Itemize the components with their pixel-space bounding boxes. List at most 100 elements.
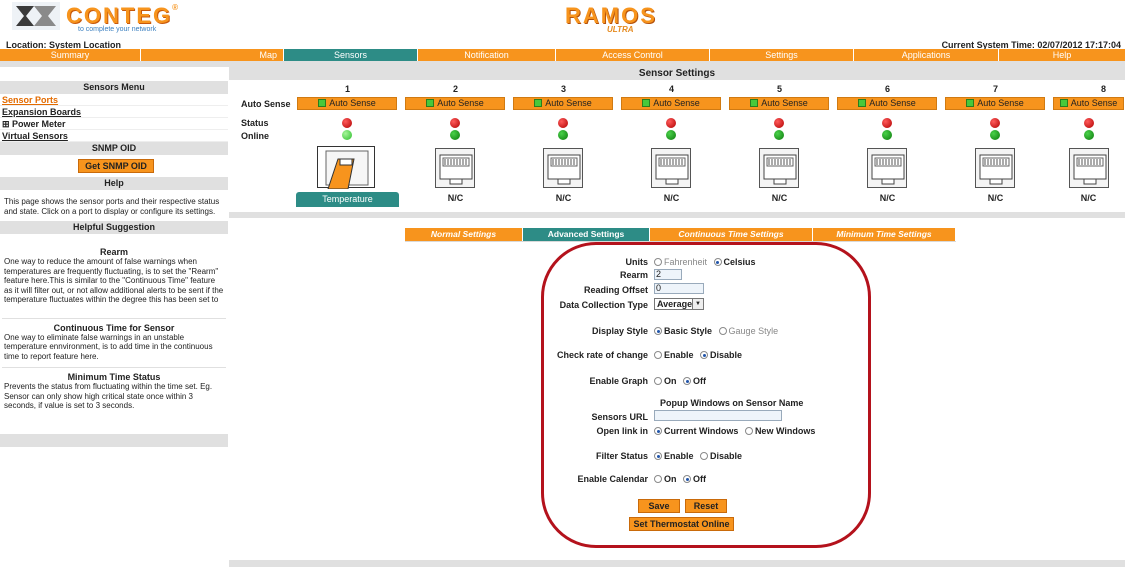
radio-label: Disable: [710, 451, 743, 461]
reading-offset-input[interactable]: 0: [654, 283, 704, 294]
connected-sensor-icon[interactable]: [317, 146, 375, 190]
display-style-label: Display Style: [591, 326, 648, 336]
port-sensor-label[interactable]: Temperature: [296, 192, 399, 207]
rate-disable-radio[interactable]: Disable: [700, 350, 742, 360]
sensor-port[interactable]: 8 Auto Sense N/C: [1052, 80, 1125, 210]
rearm-input[interactable]: 2: [654, 269, 682, 280]
radio-label: Celsius: [723, 257, 756, 267]
sensor-port[interactable]: 6 Auto Sense N/C: [836, 80, 939, 210]
sidebar-item-expansion-boards[interactable]: Expansion Boards: [0, 106, 228, 118]
sensor-ports-grid: Auto Sense Status Online 1 Auto Sense Te…: [229, 80, 1125, 210]
snmp-oid-title: SNMP OID: [0, 142, 228, 155]
tab-summary[interactable]: Summary: [0, 49, 141, 61]
tab-notification[interactable]: Notification: [418, 49, 556, 61]
conteg-mark-icon: [12, 2, 60, 30]
header: CONTEG® to complete your network RAMOS U…: [0, 0, 1125, 50]
sidebar-item-power-meter[interactable]: ⊞ Power Meter: [0, 118, 228, 130]
auto-sense-button[interactable]: Auto Sense: [513, 97, 613, 110]
port-number: 1: [344, 84, 350, 94]
tab-applications[interactable]: Applications: [854, 49, 999, 61]
port-sensor-label: N/C: [1080, 193, 1097, 203]
online-led-icon: [666, 130, 676, 140]
advanced-settings-form: Units Fahrenheit Celsius Rearm 2 Reading…: [540, 248, 870, 552]
rate-enable-radio[interactable]: Enable: [654, 350, 694, 360]
auto-sense-indicator-icon: [858, 99, 867, 107]
sensors-url-label: Sensors URL: [591, 412, 648, 422]
data-collection-select[interactable]: Average ▼: [654, 298, 704, 310]
tab-normal-settings[interactable]: Normal Settings: [405, 228, 522, 241]
auto-sense-label: Auto Sense: [653, 98, 700, 108]
reset-button[interactable]: Reset: [685, 499, 727, 513]
open-new-radio[interactable]: New Windows: [744, 426, 815, 436]
status-led-icon: [882, 118, 892, 128]
auto-sense-button[interactable]: Auto Sense: [945, 97, 1045, 110]
sensor-port[interactable]: 5 Auto Sense N/C: [728, 80, 831, 210]
reading-offset-label: Reading Offset: [583, 285, 648, 295]
radio-label: Fahrenheit: [664, 257, 708, 267]
tab-advanced-settings[interactable]: Advanced Settings: [523, 228, 649, 241]
port-number: 5: [776, 84, 782, 94]
sensor-settings-title: Sensor Settings: [229, 67, 1125, 80]
sensor-port[interactable]: 4 Auto Sense N/C: [620, 80, 723, 210]
status-led-icon: [666, 118, 676, 128]
row-label-auto-sense: Auto Sense: [241, 99, 291, 109]
tab-help[interactable]: Help: [999, 49, 1125, 61]
rj45-port-icon[interactable]: [651, 148, 691, 188]
graph-off-radio[interactable]: Off: [683, 376, 706, 386]
save-button[interactable]: Save: [638, 499, 680, 513]
tab-continuous-time-settings[interactable]: Continuous Time Settings: [650, 228, 812, 241]
sidebar-item-virtual-sensors[interactable]: Virtual Sensors: [0, 130, 228, 142]
calendar-off-radio[interactable]: Off: [683, 474, 706, 484]
sensors-url-input[interactable]: [654, 410, 782, 421]
filter-enable-radio[interactable]: Enable: [654, 451, 694, 461]
auto-sense-button[interactable]: Auto Sense: [729, 97, 829, 110]
rj45-port-icon[interactable]: [867, 148, 907, 188]
set-thermostat-online-button[interactable]: Set Thermostat Online: [629, 517, 734, 531]
radio-off-icon: [700, 452, 709, 460]
tab-settings[interactable]: Settings: [710, 49, 854, 61]
footer-bar: [229, 560, 1125, 567]
get-snmp-oid-button[interactable]: Get SNMP OID: [78, 159, 154, 173]
tab-minimum-time-settings[interactable]: Minimum Time Settings: [813, 228, 955, 241]
suggestion-text-continuous: One way to eliminate false warnings in a…: [4, 332, 213, 361]
display-gauge-radio[interactable]: Gauge Style: [718, 326, 778, 336]
sidebar-item-sensor-ports[interactable]: Sensor Ports: [0, 94, 228, 106]
units-celsius-radio[interactable]: Celsius: [713, 257, 756, 267]
graph-on-radio[interactable]: On: [654, 376, 677, 386]
rj45-port-icon[interactable]: [1069, 148, 1109, 188]
suggestion-divider: [2, 317, 226, 319]
tab-sensors[interactable]: Sensors: [284, 49, 418, 61]
units-fahrenheit-radio[interactable]: Fahrenheit: [654, 257, 707, 267]
auto-sense-button[interactable]: Auto Sense: [297, 97, 397, 110]
radio-off-icon: [654, 377, 662, 385]
port-sensor-label: N/C: [987, 193, 1004, 203]
filter-disable-radio[interactable]: Disable: [700, 451, 742, 461]
calendar-on-radio[interactable]: On: [654, 474, 677, 484]
auto-sense-label: Auto Sense: [761, 98, 808, 108]
sensor-port[interactable]: 1 Auto Sense Temperature: [296, 80, 399, 210]
auto-sense-label: Auto Sense: [329, 98, 376, 108]
auto-sense-indicator-icon: [426, 99, 435, 107]
suggestion-text-minimum: Prevents the status from fluctuating wit…: [4, 382, 213, 410]
display-basic-radio[interactable]: Basic Style: [654, 326, 712, 336]
tab-access-control[interactable]: Access Control: [556, 49, 710, 61]
online-led-icon: [342, 130, 352, 140]
radio-label: On: [664, 376, 677, 386]
auto-sense-button[interactable]: Auto Sense: [405, 97, 505, 110]
auto-sense-button[interactable]: Auto Sense: [837, 97, 937, 110]
rj45-port-icon[interactable]: [435, 148, 475, 188]
status-led-icon: [774, 118, 784, 128]
rj45-port-icon[interactable]: [543, 148, 583, 188]
auto-sense-button[interactable]: Auto Sense: [621, 97, 721, 110]
conteg-logo[interactable]: CONTEG® to complete your network: [12, 2, 178, 33]
rj45-port-icon[interactable]: [975, 148, 1015, 188]
sensor-port[interactable]: 3 Auto Sense N/C: [512, 80, 615, 210]
tab-map[interactable]: Map: [141, 49, 284, 61]
sensor-port[interactable]: 2 Auto Sense N/C: [404, 80, 507, 210]
sensor-port[interactable]: 7 Auto Sense N/C: [944, 80, 1047, 210]
port-number: 8: [1100, 84, 1106, 94]
open-current-radio[interactable]: Current Windows: [654, 426, 738, 436]
auto-sense-button[interactable]: Auto Sense: [1053, 97, 1124, 110]
port-number: 4: [668, 84, 674, 94]
rj45-port-icon[interactable]: [759, 148, 799, 188]
